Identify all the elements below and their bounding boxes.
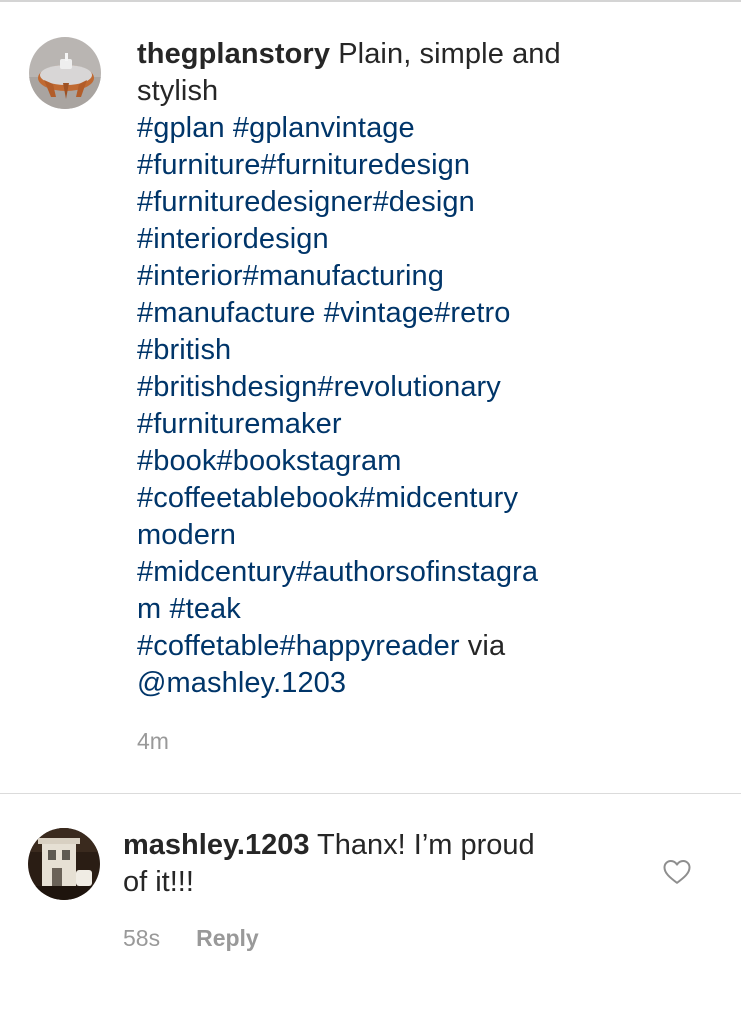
caption-line: #manufacture #vintage#retro [137,295,617,332]
hashtag-link[interactable]: #interiordesign [137,223,329,255]
caption-line: #coffetable#happyreader via [137,628,617,665]
reply-button[interactable]: Reply [196,925,259,951]
hashtag-link[interactable]: #gplan [137,112,225,144]
hashtag-link[interactable]: #furnituremaker [137,408,342,440]
caption-line: #coffeetablebook#midcentury [137,480,617,517]
post-timestamp: 4m [137,728,169,754]
hashtag-link[interactable]: #gplanvintage [233,112,415,144]
hashtag-link[interactable]: #bookstagram [217,445,402,477]
comment-timestamp: 58s [123,925,161,951]
caption-text: Plain, simple and [338,38,561,70]
hashtag-link[interactable]: #revolutionary [317,371,501,403]
caption-line: modern [137,517,617,554]
hashtag-link[interactable]: #british [137,334,231,366]
hashtag-link[interactable]: #manufacturing [243,260,444,292]
hashtag-link[interactable]: modern [137,519,236,551]
hashtag-link[interactable]: #coffetable [137,630,279,662]
hashtag-link[interactable]: #interior [137,260,243,292]
caption-line: #book#bookstagram [137,443,617,480]
caption-line: #furnituremaker [137,406,617,443]
caption-line: #gplan #gplanvintage [137,110,617,147]
top-divider [0,0,741,2]
comment-body: mashley.1203 Thanx! I’m proud of it!!! [123,827,643,901]
hashtag-link[interactable]: #furniture [137,149,261,181]
hashtag-link[interactable]: #furnituredesigner [137,186,373,218]
post-author-avatar[interactable] [29,37,101,109]
comment-text: Thanx! I’m proud [317,829,535,861]
caption-line: #interiordesign [137,221,617,258]
hashtag-link[interactable]: #britishdesign [137,371,317,403]
caption-line: #midcentury#authorsofinstagra [137,554,617,591]
hashtag-link[interactable]: #retro [434,297,510,329]
caption-line: #britishdesign#revolutionary [137,369,617,406]
hashtag-link[interactable]: #book [137,445,217,477]
hashtag-link[interactable]: #coffeetablebook [137,482,359,514]
caption-text: via [459,630,506,662]
caption-text: stylish [137,75,219,107]
caption-line: #furnituredesigner#design [137,184,617,221]
mention-link[interactable]: @mashley.1203 [137,665,617,702]
hashtag-link[interactable]: #teak [169,593,240,625]
hashtag-block: #gplan #gplanvintage #furniture#furniture… [137,110,617,628]
comment-divider [0,793,741,794]
comment-line: mashley.1203 Thanx! I’m proud [123,827,643,864]
caption-line: #interior#manufacturing [137,258,617,295]
comment-text: of it!!! [123,866,194,898]
hashtag-link[interactable]: #happyreader [279,630,459,662]
caption-line: #furniture#furnituredesign [137,147,617,184]
heart-outline-icon[interactable] [662,857,692,885]
caption-line: #british [137,332,617,369]
commenter-username[interactable]: mashley.1203 [123,829,310,861]
hashtag-link[interactable]: m [137,593,161,625]
commenter-avatar[interactable] [28,828,100,900]
post-caption: thegplanstory Plain, simple and stylish … [137,36,617,702]
hashtag-link[interactable]: #design [373,186,475,218]
post-username[interactable]: thegplanstory [137,38,330,70]
hashtag-link[interactable]: #midcentury [137,556,296,588]
hashtag-link[interactable]: #authorsofinstagra [296,556,538,588]
hashtag-link[interactable]: #manufacture [137,297,316,329]
comment-meta: 58s Reply [123,925,259,952]
hashtag-link[interactable]: #midcentury [359,482,518,514]
caption-line: m #teak [137,591,617,628]
caption-line: thegplanstory Plain, simple and [137,36,617,73]
hashtag-link[interactable]: #furnituredesign [261,149,471,181]
hashtag-link[interactable]: #vintage [324,297,434,329]
